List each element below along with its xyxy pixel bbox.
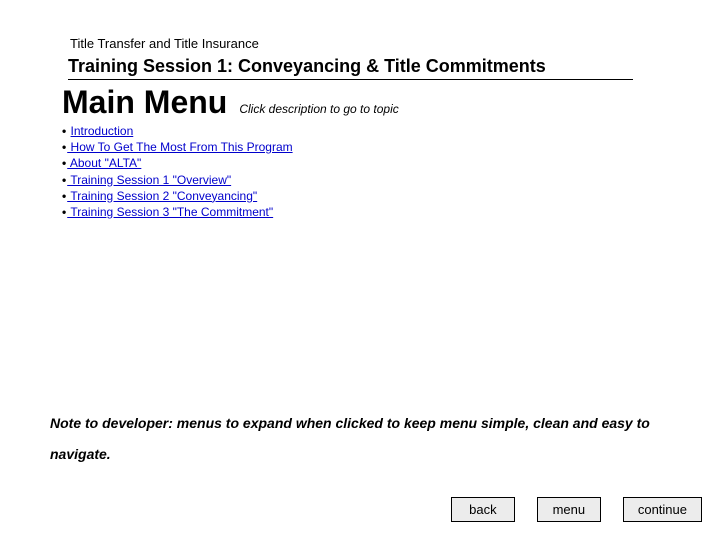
back-button[interactable]: back xyxy=(451,497,515,522)
menu-link-session2[interactable]: Training Session 2 "Conveyancing" xyxy=(67,189,257,203)
menu-item-howto: • How To Get The Most From This Program xyxy=(62,139,293,155)
menu-item-session3: • Training Session 3 "The Commitment" xyxy=(62,204,293,220)
menu-item-introduction: • Introduction xyxy=(62,123,293,139)
nav-buttons: back menu continue xyxy=(451,497,702,522)
continue-button[interactable]: continue xyxy=(623,497,702,522)
bullet-icon: • xyxy=(62,205,66,219)
menu-item-session2: • Training Session 2 "Conveyancing" xyxy=(62,188,293,204)
bullet-icon: • xyxy=(62,124,66,138)
menu-link-session1[interactable]: Training Session 1 "Overview" xyxy=(67,173,231,187)
bullet-icon: • xyxy=(62,189,66,203)
developer-note: Note to developer: menus to expand when … xyxy=(50,408,670,470)
bullet-icon: • xyxy=(62,173,66,187)
menu-link-introduction[interactable]: Introduction xyxy=(71,124,134,138)
menu-link-howto[interactable]: How To Get The Most From This Program xyxy=(67,140,292,154)
course-name: Title Transfer and Title Insurance xyxy=(70,36,259,51)
menu-list: • Introduction • How To Get The Most Fro… xyxy=(62,123,293,220)
session-title: Training Session 1: Conveyancing & Title… xyxy=(68,56,633,80)
bullet-icon: • xyxy=(62,140,66,154)
main-menu-title: Main Menu xyxy=(62,84,227,121)
main-menu-header: Main Menu Click description to go to top… xyxy=(62,84,399,121)
menu-item-session1: • Training Session 1 "Overview" xyxy=(62,172,293,188)
bullet-icon: • xyxy=(62,156,66,170)
menu-link-session3[interactable]: Training Session 3 "The Commitment" xyxy=(67,205,273,219)
menu-item-about-alta: • About "ALTA" xyxy=(62,155,293,171)
main-menu-hint: Click description to go to topic xyxy=(239,102,398,116)
menu-button[interactable]: menu xyxy=(537,497,601,522)
menu-link-about-alta[interactable]: About "ALTA" xyxy=(67,156,141,170)
